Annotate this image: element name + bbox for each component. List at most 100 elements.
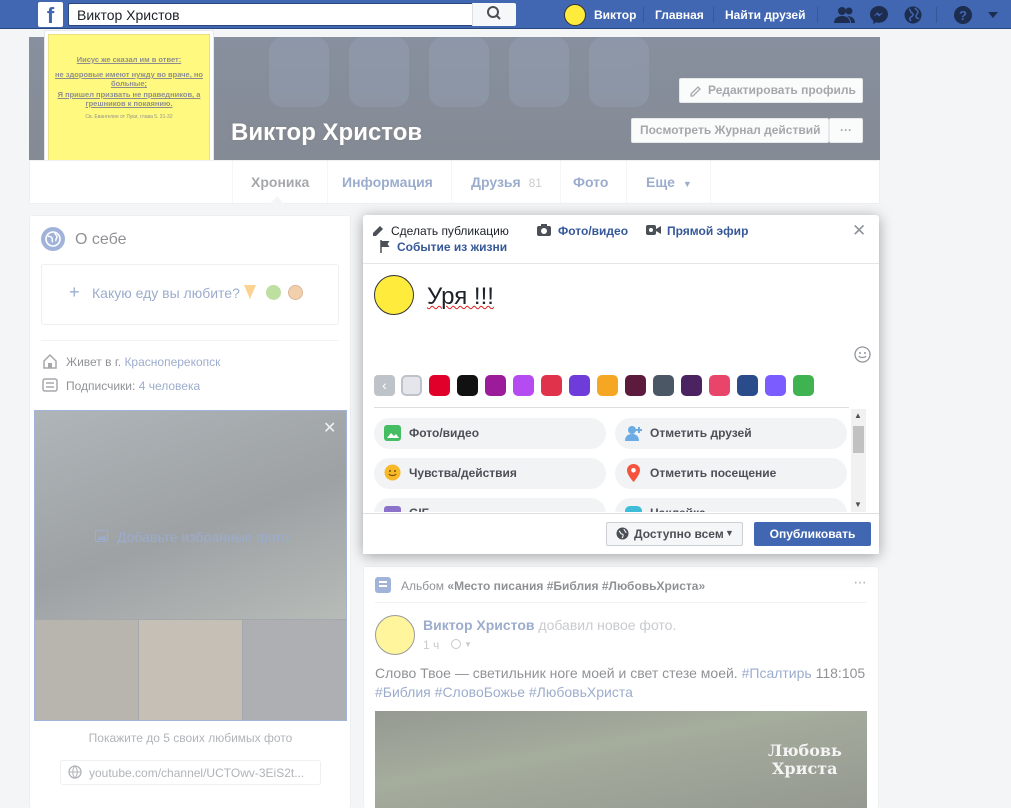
tab-friends-label: Друзья <box>471 174 521 190</box>
post-time[interactable]: 1 ч <box>423 638 439 652</box>
featured-photos-box[interactable] <box>34 410 347 721</box>
photo-video-icon <box>384 425 401 441</box>
tab-make-post[interactable]: Сделать публикацию <box>391 224 509 238</box>
option-check-in[interactable]: Отметить посещение <box>615 458 847 489</box>
sticker-icon <box>625 506 642 512</box>
live-video-icon <box>646 225 661 235</box>
hashtag-love[interactable]: #ЛюбовьХриста <box>529 684 633 700</box>
hashtag-word[interactable]: #СловоБожье <box>435 684 525 700</box>
camera-icon <box>537 224 551 236</box>
hashtag-psalm[interactable]: #Псалтирь <box>742 665 812 681</box>
background-swatch[interactable] <box>709 375 730 396</box>
add-featured-photos-link[interactable]: Добавьте избранные фото <box>117 529 289 545</box>
scroll-down-arrow[interactable]: ▼ <box>854 500 862 509</box>
post-author-link[interactable]: Виктор Христов <box>423 617 535 633</box>
globe-icon <box>68 765 82 779</box>
tab-info[interactable]: Информация <box>324 161 452 203</box>
messenger-icon[interactable] <box>869 5 889 25</box>
background-swatch[interactable] <box>457 375 478 396</box>
active-tab-indicator <box>270 196 284 204</box>
youtube-link[interactable]: youtube.com/channel/UCTOwv-3EiS2t... <box>89 766 304 780</box>
background-swatch[interactable] <box>597 375 618 396</box>
followers-row: Подписчики: 4 человека <box>66 379 200 393</box>
post-author-avatar[interactable] <box>375 615 415 655</box>
search-button[interactable] <box>472 3 516 26</box>
scroll-thumb[interactable] <box>853 426 864 453</box>
emoji-icon[interactable] <box>854 346 871 363</box>
close-icon[interactable]: ✕ <box>852 221 866 241</box>
option-gif[interactable]: GIF <box>374 498 606 512</box>
tag-friends-icon <box>625 426 642 441</box>
profile-name[interactable]: Виктор Христов <box>231 119 422 147</box>
edit-profile-label: Редактировать профиль <box>708 83 856 97</box>
tab-photo-video[interactable]: Фото/видео <box>558 224 628 238</box>
option-photo-video[interactable]: Фото/видео <box>374 418 606 449</box>
background-swatch[interactable] <box>485 375 506 396</box>
cover-more-button[interactable]: ··· <box>829 118 863 143</box>
composer-text-input[interactable]: Уря !!! <box>427 283 494 311</box>
swatch-prev-button[interactable]: ‹ <box>374 375 395 396</box>
publish-button[interactable]: Опубликовать <box>754 522 871 546</box>
notifications-globe-icon[interactable] <box>903 5 923 25</box>
edit-profile-button[interactable]: Редактировать профиль <box>679 78 863 103</box>
tab-photos[interactable]: Фото <box>555 161 628 203</box>
background-swatch[interactable] <box>541 375 562 396</box>
help-icon[interactable]: ? <box>953 5 973 25</box>
tab-life-event[interactable]: Событие из жизни <box>397 240 507 254</box>
audience-globe-icon[interactable] <box>451 639 461 649</box>
background-swatch[interactable] <box>737 375 758 396</box>
option-tag-friends[interactable]: Отметить друзей <box>615 418 847 449</box>
post-image[interactable]: Любовь Христа <box>375 711 867 808</box>
followers-link[interactable]: 4 человека <box>139 379 200 393</box>
tab-friends[interactable]: Друзья 81 <box>453 161 561 203</box>
background-swatch[interactable] <box>569 375 590 396</box>
post-divider <box>375 602 867 603</box>
composer-avatar <box>374 275 414 315</box>
album-header: Альбом «Место писания #Библия #ЛюбовьХри… <box>401 579 705 593</box>
background-swatch[interactable] <box>625 375 646 396</box>
nav-profile-link[interactable]: Виктор <box>594 8 636 22</box>
nav-home-link[interactable]: Главная <box>655 8 704 22</box>
facebook-logo-icon[interactable]: f <box>38 2 63 27</box>
featured-photo-thumb <box>243 620 346 720</box>
option-feeling-activity[interactable]: Чувства/действия <box>374 458 606 489</box>
friend-requests-icon[interactable] <box>834 6 856 24</box>
search-input[interactable]: Виктор Христов <box>68 3 516 26</box>
background-swatch[interactable] <box>429 375 450 396</box>
pencil-icon <box>373 226 383 236</box>
nav-find-friends-link[interactable]: Найти друзей <box>725 8 805 22</box>
background-swatch[interactable] <box>653 375 674 396</box>
background-swatch[interactable] <box>513 375 534 396</box>
food-prompt-text[interactable]: Какую еду вы любите? <box>92 285 240 301</box>
background-swatch[interactable] <box>681 375 702 396</box>
check-in-icon <box>627 464 640 482</box>
scroll-up-arrow[interactable]: ▲ <box>854 411 862 420</box>
audience-chevron-icon[interactable]: ▼ <box>464 640 472 649</box>
nav-divider <box>936 7 937 23</box>
apple-icon <box>266 285 281 300</box>
featured-close-icon[interactable]: ✕ <box>323 418 336 438</box>
profile-picture-image: Иисус же сказал им в ответ: не здоровые … <box>48 34 210 180</box>
account-menu-chevron-icon[interactable] <box>987 10 999 20</box>
profile-picture-line: Св. Евангелие от Луки, глава 5. 31-32 <box>85 114 173 120</box>
intro-divider <box>41 340 339 341</box>
activity-log-button[interactable]: Посмотреть Журнал действий <box>631 118 829 143</box>
option-sticker[interactable]: Наклейка <box>615 498 847 512</box>
nav-divider <box>817 7 818 23</box>
flag-icon <box>380 240 390 253</box>
featured-photo-thumb <box>139 620 242 720</box>
background-swatch[interactable] <box>765 375 786 396</box>
lives-in-label: Живет в г. <box>66 355 122 369</box>
hashtag-bible[interactable]: #Библия <box>375 684 431 700</box>
post-options-button[interactable]: ··· <box>853 574 867 592</box>
background-swatch[interactable] <box>401 375 422 396</box>
background-swatch[interactable] <box>793 375 814 396</box>
tab-live-video[interactable]: Прямой эфир <box>667 224 748 238</box>
album-name-link[interactable]: «Место писания #Библия #ЛюбовьХриста» <box>447 579 705 593</box>
tab-more[interactable]: Еще ▼ <box>628 161 711 203</box>
lives-in-city-link[interactable]: Красноперекопск <box>124 355 220 369</box>
composer-modal: Сделать публикацию Фото/видео Прямой эфи… <box>363 215 879 554</box>
options-scrollbar[interactable]: ▲ ▼ <box>851 409 866 512</box>
gif-icon <box>384 506 401 512</box>
top-avatar[interactable] <box>564 4 586 26</box>
